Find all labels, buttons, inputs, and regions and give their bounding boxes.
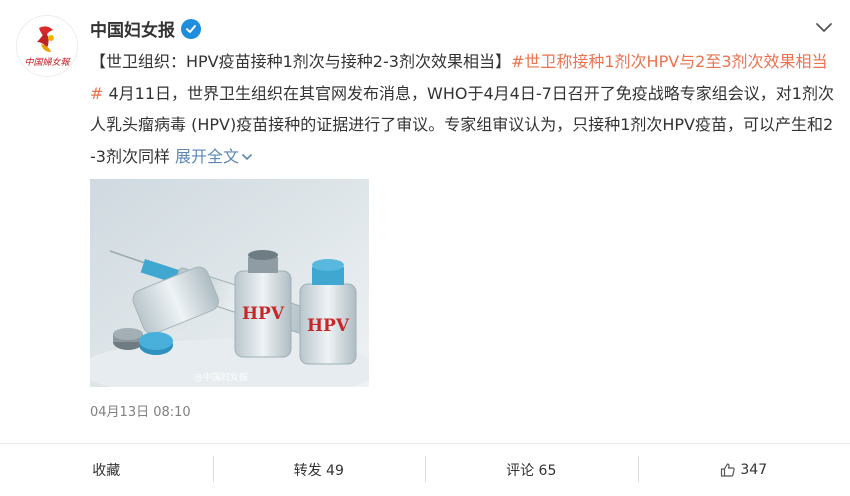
vial-label-2: HPV: [307, 316, 350, 336]
like-count: 347: [740, 462, 767, 478]
post-timestamp[interactable]: 04月13日 08:10: [90, 401, 191, 420]
image-watermark: @中国妇女报: [194, 371, 248, 383]
post-image[interactable]: HPV HPV @中国妇女报: [90, 179, 369, 387]
avatar[interactable]: 中国婦女報: [16, 15, 78, 77]
comment-button[interactable]: 评论 65: [425, 444, 638, 496]
account-name[interactable]: 中国妇女报: [90, 16, 175, 41]
post-headline: 【世卫组织：HPV疫苗接种1剂次与接种2-3剂次效果相当】: [90, 52, 511, 71]
account-header: 中国妇女报: [90, 16, 201, 41]
like-button[interactable]: 347: [638, 444, 850, 496]
expand-button[interactable]: 展开全文: [175, 147, 253, 166]
favorite-label: 收藏: [92, 460, 120, 480]
avatar-text: 中国婦女報: [24, 57, 70, 68]
expand-label: 展开全文: [175, 147, 239, 166]
post-text: 【世卫组织：HPV疫苗接种1剂次与接种2-3剂次效果相当】#世卫称接种1剂次HP…: [90, 46, 835, 172]
logo-icon: 中国婦女報: [17, 16, 77, 76]
vial-label-1: HPV: [242, 304, 285, 324]
favorite-button[interactable]: 收藏: [0, 444, 213, 496]
repost-button[interactable]: 转发 49: [213, 444, 426, 496]
chevron-down-icon[interactable]: [814, 20, 834, 36]
repost-label: 转发 49: [294, 460, 344, 480]
verified-icon: [181, 19, 201, 39]
chevron-down-icon: [241, 152, 253, 162]
comment-label: 评论 65: [506, 460, 556, 480]
post-toolbar: 收藏 转发 49 评论 65 347: [0, 443, 850, 496]
thumbs-up-icon: [720, 462, 736, 478]
